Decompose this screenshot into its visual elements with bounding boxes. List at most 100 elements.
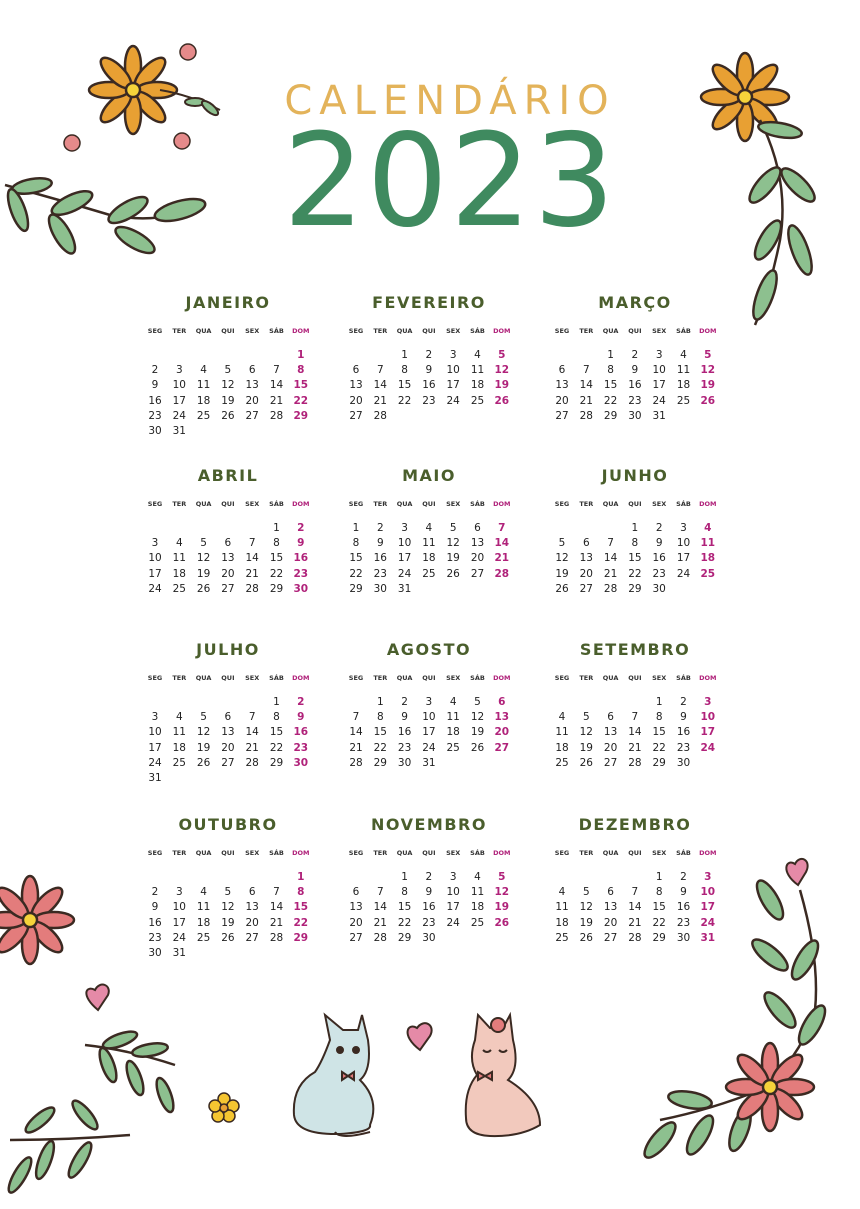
- day-cell: 25: [470, 916, 485, 929]
- day-cell: 17: [148, 741, 162, 754]
- day-cell: 9: [401, 711, 408, 724]
- day-cell: 7: [582, 364, 590, 377]
- day-cell: 27: [245, 931, 259, 944]
- month-name: JUNHO: [601, 466, 669, 485]
- day-cell: 6: [607, 886, 614, 899]
- day-cell: 8: [401, 886, 408, 899]
- weekday-label: SÁB: [269, 500, 284, 508]
- weekday-label: QUA: [602, 849, 619, 857]
- weekday-label: QUI: [422, 327, 436, 335]
- day-cell: 14: [628, 726, 642, 739]
- day-cell: 6: [224, 711, 232, 724]
- day-cell: 8: [655, 711, 663, 724]
- day-cell: 22: [373, 741, 387, 754]
- day-cell: 19: [494, 379, 510, 392]
- day-cell: 1: [655, 871, 663, 883]
- day-cell: 21: [373, 394, 387, 407]
- day-cell: 9: [631, 364, 639, 377]
- weekday-label: SEX: [446, 500, 461, 508]
- day-cell: 24: [700, 741, 716, 754]
- day-cell: 5: [704, 349, 712, 361]
- day-cell: 3: [151, 537, 159, 550]
- weekday-label: SEX: [446, 849, 461, 857]
- month-novembro: NOVEMBRO SEG TER QUA QUI SEX SÁB DOM 1 2 3 4 5 6 7 8 9 10…: [344, 815, 524, 965]
- weekday-label: DOM: [493, 849, 511, 857]
- day-cell: 1: [273, 522, 280, 534]
- day-cell: 27: [221, 582, 235, 595]
- day-cell: 2: [680, 871, 687, 883]
- weekday-label: TER: [579, 674, 594, 682]
- day-cell: 7: [631, 886, 639, 899]
- day-cell: 29: [293, 409, 309, 422]
- day-cell: 24: [446, 394, 460, 407]
- day-cell: 30: [293, 756, 309, 769]
- day-cell: 23: [422, 394, 436, 407]
- day-cell: 17: [652, 379, 666, 392]
- day-cell: 15: [397, 901, 412, 914]
- weekday-label: TER: [373, 674, 388, 682]
- day-cell: 10: [700, 711, 716, 724]
- day-cell: 13: [349, 379, 363, 392]
- day-cell: 18: [172, 567, 186, 580]
- day-cell: 16: [148, 394, 162, 407]
- day-cell: 24: [676, 567, 691, 580]
- weekday-label: QUI: [422, 500, 436, 508]
- day-cell: 16: [293, 552, 309, 565]
- day-cell: 13: [555, 379, 569, 392]
- weekday-label: SEG: [554, 327, 570, 335]
- day-cell: 14: [494, 537, 510, 550]
- month-fevereiro: FEVEREIRO SEG TER QUA QUI SEX SÁB DOM 1 2 3 4 5 6 7 8 9 1…: [344, 293, 524, 443]
- day-cell: 5: [582, 711, 590, 724]
- day-cell: 28: [494, 567, 510, 580]
- day-cell: 6: [248, 364, 256, 377]
- day-cell: 24: [700, 916, 716, 929]
- month-outubro: OUTUBRO SEG TER QUA QUI SEX SÁB DOM 1 2 3 4 5 6 7 8 9 10 1…: [143, 815, 323, 965]
- day-cell: 18: [172, 741, 186, 754]
- day-cell: 2: [297, 522, 305, 534]
- day-cell: 4: [200, 886, 207, 899]
- day-cell: 4: [704, 522, 712, 534]
- weekday-label: SEX: [245, 327, 260, 335]
- weekday-label: QUA: [195, 327, 212, 335]
- day-cell: 19: [579, 741, 593, 754]
- month-julho: JULHO SEG TER QUA QUI SEX SÁB DOM 1 2 3 4 5 6 7 8 9 10 11 1…: [143, 640, 323, 790]
- day-cell: 6: [498, 696, 506, 708]
- day-cell: 1: [401, 871, 408, 883]
- day-cell: 20: [603, 916, 618, 929]
- day-cell: 31: [397, 582, 412, 595]
- day-cell: 19: [579, 916, 593, 929]
- day-cell: 21: [373, 916, 387, 929]
- day-cell: 4: [175, 711, 183, 724]
- weekday-label: SEG: [348, 500, 364, 508]
- weekday-label: DOM: [699, 327, 717, 335]
- day-cell: 18: [676, 379, 691, 392]
- day-cell: 22: [652, 741, 666, 754]
- month-name: JANEIRO: [185, 293, 271, 312]
- day-cell: 2: [425, 871, 433, 883]
- day-cell: 3: [151, 711, 159, 724]
- day-cell: 11: [422, 537, 436, 550]
- weekday-label: SÁB: [470, 674, 485, 682]
- month-name: MAIO: [402, 466, 456, 485]
- weekday-label: SEX: [652, 500, 667, 508]
- weekday-label: QUI: [221, 500, 235, 508]
- day-cell: 23: [397, 741, 412, 754]
- weekday-label: SEX: [446, 674, 461, 682]
- day-cell: 16: [373, 552, 387, 565]
- day-cell: 28: [373, 409, 387, 422]
- day-cell: 12: [579, 901, 593, 914]
- day-cell: 19: [494, 901, 510, 914]
- weekday-label: TER: [172, 327, 187, 335]
- day-cell: 3: [449, 871, 457, 883]
- day-cell: 22: [652, 916, 666, 929]
- day-cell: 5: [498, 349, 506, 361]
- day-cell: 16: [422, 379, 436, 392]
- day-cell: 28: [269, 931, 284, 944]
- day-cell: 7: [498, 522, 506, 534]
- weekday-label: SÁB: [676, 327, 691, 335]
- day-cell: 12: [579, 726, 593, 739]
- day-cell: 18: [422, 552, 436, 565]
- day-cell: 27: [579, 582, 593, 595]
- day-cell: 31: [148, 772, 162, 784]
- day-cell: 4: [175, 537, 183, 550]
